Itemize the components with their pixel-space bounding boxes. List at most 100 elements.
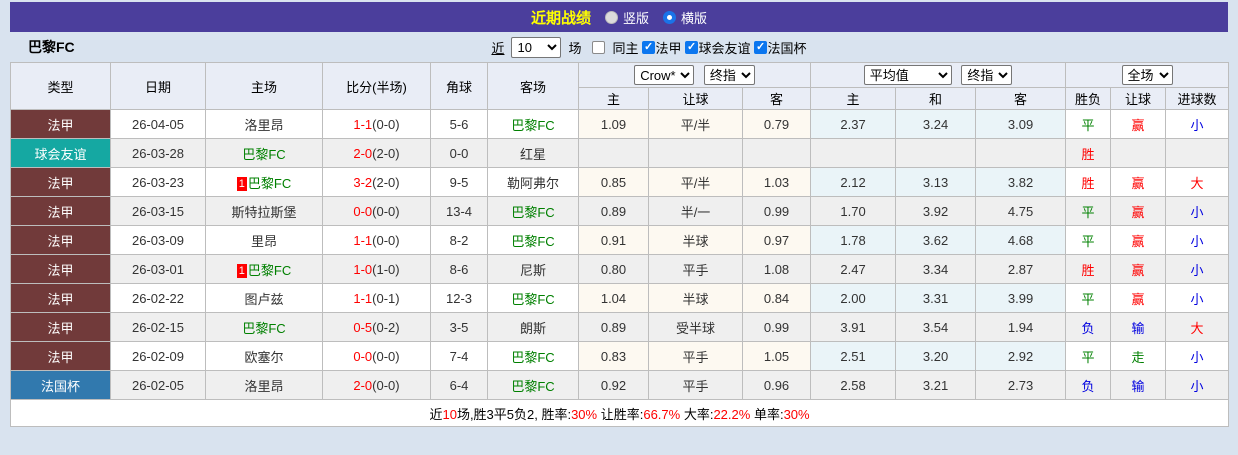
home-team-name[interactable]: 洛里昂	[244, 118, 283, 133]
checkbox-league-3-icon[interactable]	[753, 40, 767, 54]
match-date: 26-03-09	[110, 225, 206, 255]
filter-bar: 巴黎FC 近 10 场 同主 法甲 球会友谊 法国杯	[0, 32, 1238, 62]
away-team-name[interactable]: 巴黎FC	[511, 379, 554, 394]
home-team-name[interactable]: 里昂	[251, 234, 277, 249]
corner-cell: 9-5	[430, 167, 488, 197]
score-cell: 0-5(0-2)	[322, 312, 431, 342]
away-team-name[interactable]: 巴黎FC	[511, 350, 554, 365]
handicap-line: 平手	[648, 341, 743, 371]
checkbox-league-1[interactable]: 法甲	[641, 38, 682, 57]
radio-vertical-icon[interactable]	[604, 10, 618, 24]
result-winlose: 负	[1065, 312, 1112, 342]
fulltime-select[interactable]: 全场	[1121, 65, 1173, 85]
result-goals: 小	[1165, 254, 1230, 284]
score-halftime: (2-0)	[372, 174, 400, 190]
checkbox-same-home-label: 同主	[612, 40, 639, 56]
radio-horizontal[interactable]: 横版	[663, 8, 707, 27]
score-cell: 1-1(0-1)	[322, 283, 431, 313]
handicap-home-odds: 1.04	[578, 283, 649, 313]
away-team-name[interactable]: 勒阿弗尔	[507, 176, 559, 191]
away-team-name[interactable]: 巴黎FC	[511, 292, 554, 307]
score-fulltime: 0-5	[353, 319, 373, 335]
radio-vertical[interactable]: 竖版	[604, 8, 649, 27]
home-team-name[interactable]: 图卢兹	[244, 292, 283, 307]
summary-text: 大率:	[680, 406, 714, 422]
match-date: 26-02-22	[110, 283, 206, 313]
page: 近期战绩 竖版 横版 巴黎FC 近 10 场 同主 法甲	[0, 0, 1238, 455]
match-date: 26-03-28	[110, 138, 206, 168]
title-bar: 近期战绩 竖版 横版	[10, 2, 1228, 32]
handicap-line: 半球	[648, 283, 743, 313]
summary-stat-value: 10	[442, 406, 457, 422]
away-team-cell: 巴黎FC	[487, 225, 579, 255]
away-team-name[interactable]: 尼斯	[520, 263, 546, 278]
match-count-select[interactable]: 10	[511, 36, 562, 58]
checkbox-league-3-label: 法国杯	[767, 40, 807, 56]
header-group-handicap: Crow* 终指	[577, 62, 812, 88]
checkbox-league-1-icon[interactable]	[641, 40, 655, 54]
home-team-name[interactable]: 巴黎FC	[242, 147, 285, 162]
result-handicap	[1110, 138, 1167, 168]
avg-home-odds: 2.00	[810, 283, 897, 313]
summary-stat-value: 30%	[783, 406, 810, 422]
handicap-line: 平/半	[648, 167, 743, 197]
avg-home-odds: 2.51	[810, 341, 897, 371]
summary-text: 让胜率:	[597, 406, 644, 422]
corner-cell: 13-4	[430, 196, 488, 226]
away-team-name[interactable]: 巴黎FC	[511, 205, 554, 220]
handicap-home-odds: 0.89	[578, 312, 649, 342]
radio-horizontal-icon[interactable]	[663, 10, 676, 24]
home-team-name[interactable]: 斯特拉斯堡	[231, 205, 296, 220]
away-team-name[interactable]: 巴黎FC	[511, 234, 554, 249]
average-odds-type-select[interactable]: 终指	[961, 65, 1013, 85]
away-team-cell: 尼斯	[487, 254, 579, 284]
bookmaker-select[interactable]: Crow*	[634, 65, 695, 85]
result-handicap: 赢	[1110, 283, 1167, 313]
header-handicap-away: 客	[741, 87, 812, 110]
home-team-cell: 欧塞尔	[205, 341, 323, 371]
avg-away-odds: 2.92	[975, 341, 1067, 371]
avg-away-odds: 2.87	[975, 254, 1067, 284]
avg-draw-odds	[895, 138, 977, 168]
home-team-cell: 图卢兹	[205, 283, 323, 313]
radio-horizontal-label: 横版	[681, 10, 708, 26]
away-team-name[interactable]: 红星	[520, 147, 546, 162]
matches-label: 场	[568, 40, 582, 56]
checkbox-same-home-icon[interactable]	[592, 40, 606, 54]
handicap-odds-type-select[interactable]: 终指	[703, 65, 755, 85]
result-goals: 小	[1165, 109, 1230, 139]
checkbox-league-2[interactable]: 球会友谊	[684, 38, 751, 57]
summary-stat-value: 30%	[571, 406, 598, 422]
corner-cell: 8-6	[430, 254, 488, 284]
away-team-name[interactable]: 巴黎FC	[511, 118, 554, 133]
home-team-name[interactable]: 巴黎FC	[242, 321, 285, 336]
checkbox-league-2-icon[interactable]	[684, 40, 698, 54]
home-team-name[interactable]: 巴黎FC	[248, 263, 291, 278]
average-select[interactable]: 平均值	[863, 65, 952, 85]
avg-away-odds: 1.94	[975, 312, 1067, 342]
table-row: 法甲 26-03-23 1 巴黎FC 3-2(2-0) 9-5 勒阿弗尔 0.85…	[10, 167, 1230, 197]
score-fulltime: 1-0	[353, 261, 373, 277]
corner-cell: 7-4	[430, 341, 488, 371]
near-label[interactable]: 近	[491, 38, 504, 57]
handicap-away-odds: 0.79	[741, 109, 812, 139]
result-winlose: 负	[1065, 370, 1112, 400]
away-team-name[interactable]: 朗斯	[520, 321, 546, 336]
home-team-name[interactable]: 洛里昂	[244, 379, 283, 394]
table-row: 法甲 26-04-05 洛里昂 1-1(0-0) 5-6 巴黎FC 1.09 平…	[10, 109, 1230, 139]
result-winlose: 平	[1065, 283, 1112, 313]
checkbox-same-home[interactable]: 同主	[584, 38, 639, 57]
score-halftime: (0-2)	[372, 319, 400, 335]
summary-row: 近10场,胜3平5负2, 胜率:30% 让胜率:66.7% 大率:22.2% 单…	[9, 399, 1230, 427]
header-handicap-line: 让球	[648, 87, 743, 110]
home-team-name[interactable]: 巴黎FC	[248, 176, 291, 191]
header-corner: 角球	[430, 62, 488, 110]
header-group-average: 平均值 终指	[810, 62, 1067, 88]
checkbox-league-3[interactable]: 法国杯	[753, 38, 807, 57]
radio-vertical-label: 竖版	[622, 10, 649, 26]
corner-cell: 12-3	[430, 283, 488, 313]
home-team-name[interactable]: 欧塞尔	[244, 350, 283, 365]
result-goals: 大	[1165, 312, 1230, 342]
avg-away-odds: 3.09	[975, 109, 1067, 139]
score-fulltime: 2-0	[353, 377, 373, 393]
